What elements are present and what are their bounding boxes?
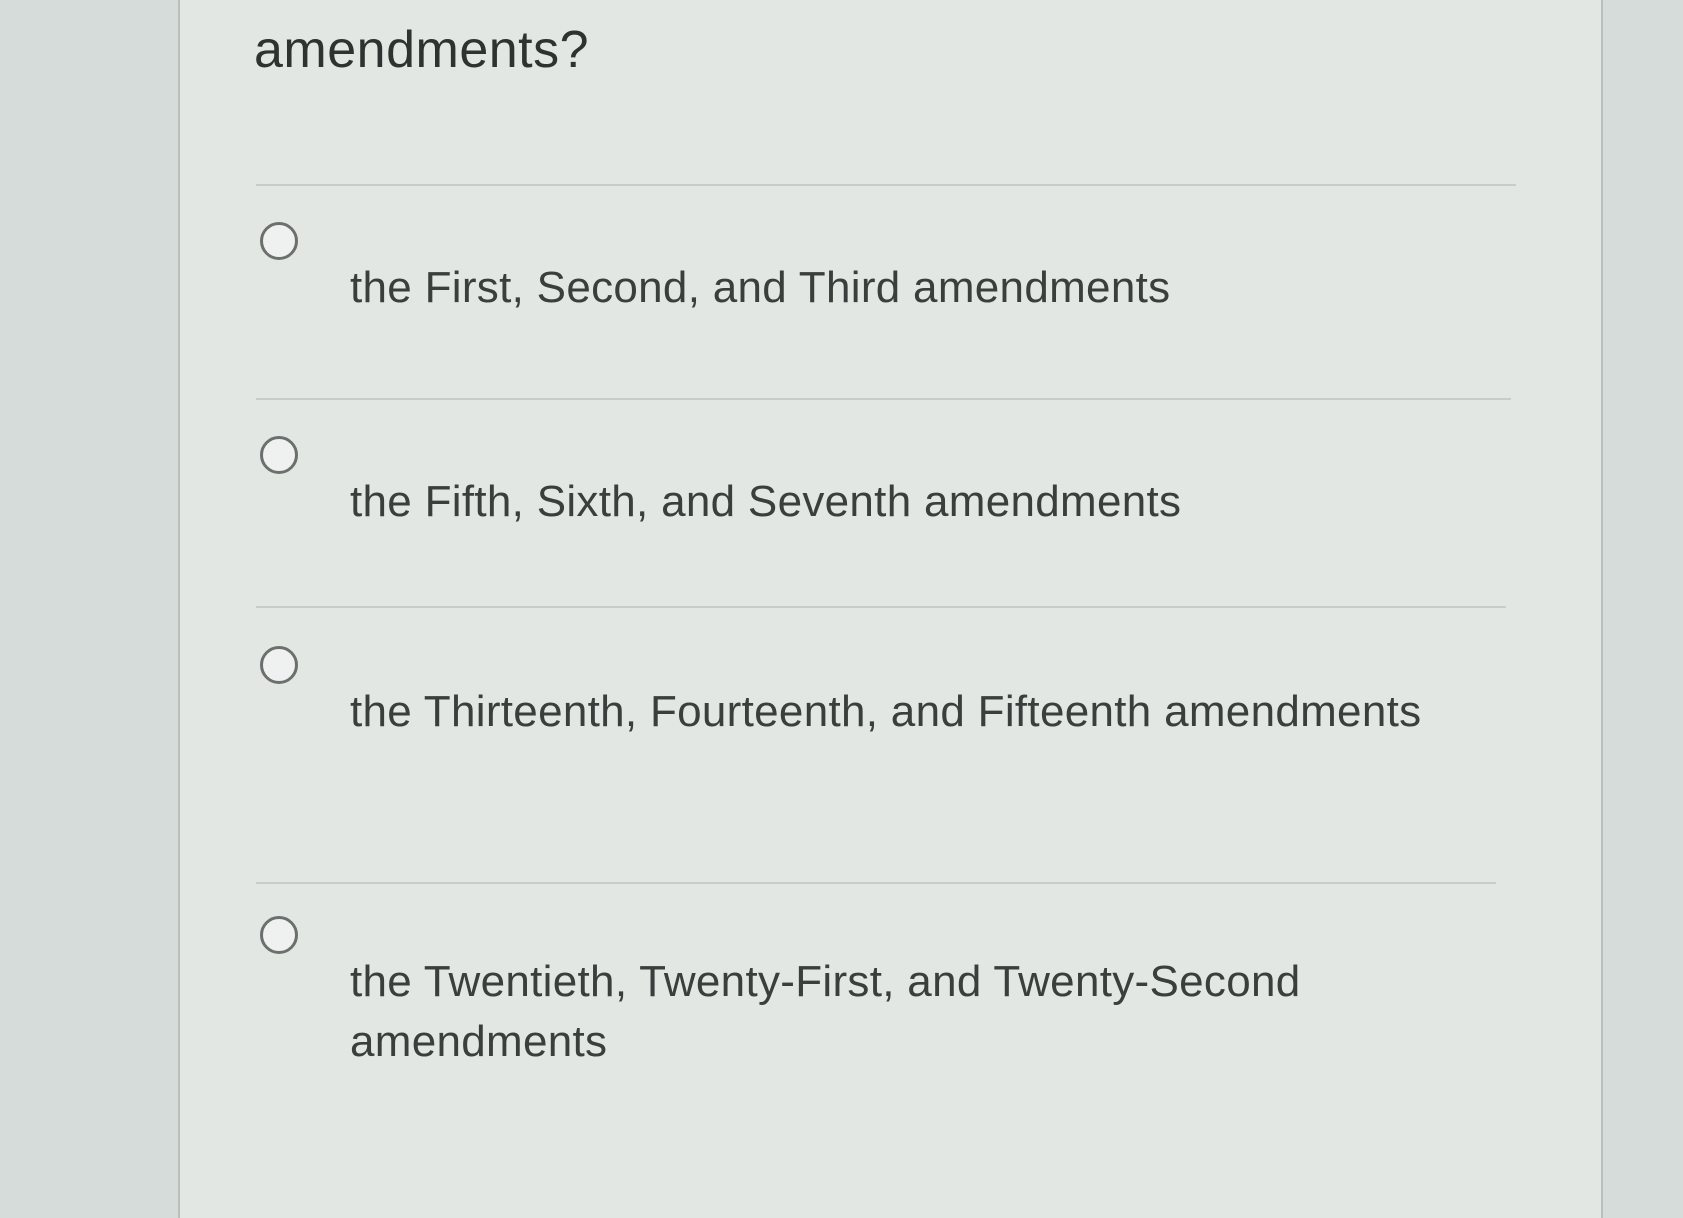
question-panel: amendments? the First, Second, and Third… xyxy=(178,0,1603,1218)
option-label-3[interactable]: the Thirteenth, Fourteenth, and Fifteent… xyxy=(350,682,1500,742)
answer-option-2[interactable]: the Fifth, Sixth, and Seventh amendments xyxy=(260,436,1520,546)
option-label-1[interactable]: the First, Second, and Third amendments xyxy=(350,258,1500,318)
radio-button-3[interactable] xyxy=(260,646,298,684)
answer-option-4[interactable]: the Twentieth, Twenty-First, and Twenty-… xyxy=(260,916,1520,1076)
radio-button-4[interactable] xyxy=(260,916,298,954)
option-label-2[interactable]: the Fifth, Sixth, and Seventh amendments xyxy=(350,472,1500,532)
answer-option-1[interactable]: the First, Second, and Third amendments xyxy=(260,222,1520,332)
radio-button-1[interactable] xyxy=(260,222,298,260)
divider xyxy=(256,606,1506,608)
radio-button-2[interactable] xyxy=(260,436,298,474)
divider xyxy=(256,398,1511,400)
divider xyxy=(256,882,1496,884)
option-label-4[interactable]: the Twentieth, Twenty-First, and Twenty-… xyxy=(350,952,1450,1072)
answer-option-3[interactable]: the Thirteenth, Fourteenth, and Fifteent… xyxy=(260,646,1520,806)
divider xyxy=(256,184,1516,186)
question-text: amendments? xyxy=(254,21,590,79)
